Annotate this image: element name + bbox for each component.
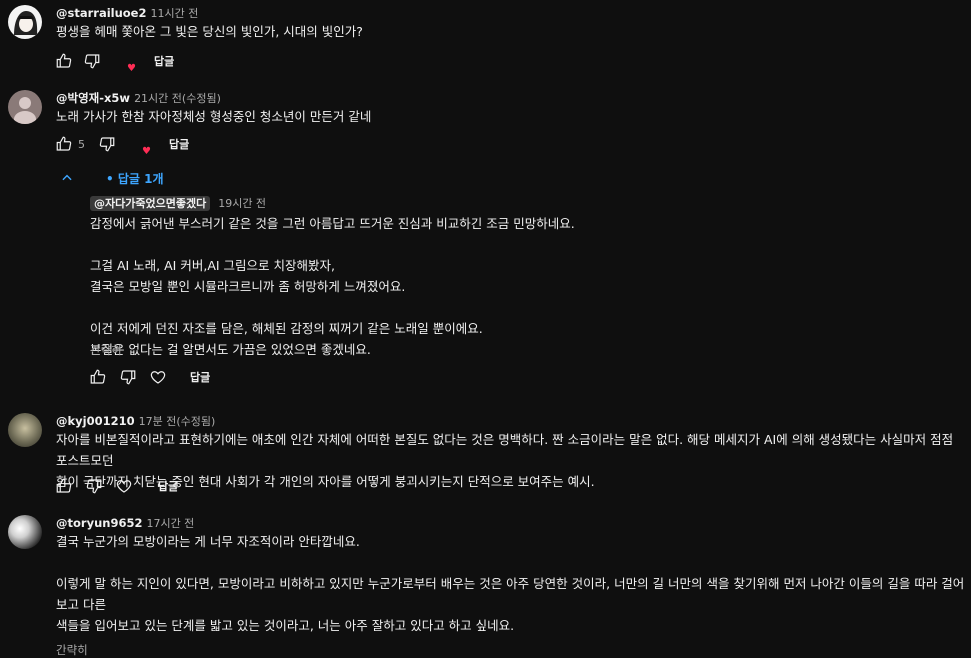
avatar[interactable] bbox=[8, 515, 42, 549]
replies-toggle[interactable]: • 답글 1개 bbox=[60, 167, 164, 189]
comment-time[interactable]: 21시간 전(수정됨) bbox=[134, 92, 221, 105]
creator-avatar-icon bbox=[80, 167, 102, 189]
comment-actions: 5 ♥ 답글 bbox=[54, 132, 189, 157]
read-less-button[interactable]: 간략히 bbox=[90, 342, 122, 358]
reply-button[interactable]: 답글 bbox=[190, 369, 210, 385]
comment-time[interactable]: 11시간 전 bbox=[150, 7, 198, 20]
reply-author-chip[interactable]: @자다가죽었으면좋겠다 bbox=[90, 196, 211, 211]
thumbs-down-icon[interactable] bbox=[97, 134, 117, 154]
reply-button[interactable]: 답글 bbox=[158, 478, 178, 494]
comment-time[interactable]: 17시간 전 bbox=[146, 517, 194, 530]
reply-time[interactable]: 19시간 전 bbox=[218, 197, 266, 210]
replies-count: • 답글 1개 bbox=[106, 171, 164, 186]
comment-header: @starrailuoe2 11시간 전 bbox=[56, 5, 198, 21]
reply-actions: 답글 bbox=[88, 366, 210, 388]
comment-author[interactable]: @kyj001210 bbox=[56, 414, 135, 428]
comment-actions: ♥ 답글 bbox=[54, 49, 174, 74]
thumbs-up-icon[interactable] bbox=[54, 134, 74, 154]
reply-button[interactable]: 답글 bbox=[154, 53, 174, 69]
creator-heart-badge: ♥ bbox=[110, 49, 136, 74]
avatar[interactable] bbox=[8, 90, 42, 124]
comment-text: 결국 누군가의 모방이라는 게 너무 자조적이라 안타깝네요. 이렇게 말 하는… bbox=[56, 534, 965, 633]
comment-header: @박영재-x5w 21시간 전(수정됨) bbox=[56, 90, 221, 106]
reply-header: @자다가죽었으면좋겠다 19시간 전 bbox=[90, 195, 266, 211]
comment-author[interactable]: @starrailuoe2 bbox=[56, 6, 146, 20]
thumbs-up-icon[interactable] bbox=[54, 476, 74, 496]
comment-time[interactable]: 17분 전(수정됨) bbox=[139, 415, 216, 428]
reply-button[interactable]: 답글 bbox=[169, 136, 189, 152]
comment-text: 노래 가사가 한참 자아정체성 형성중인 청소년이 만든거 같네 bbox=[56, 109, 372, 124]
comment-text: 자아를 비본질적이라고 표현하기에는 애초에 인간 자체에 어떠한 본질도 없다… bbox=[56, 432, 954, 489]
thumbs-up-icon[interactable] bbox=[54, 51, 74, 71]
heart-icon: ♥ bbox=[127, 63, 136, 74]
avatar[interactable] bbox=[8, 413, 42, 447]
heart-outline-icon[interactable] bbox=[114, 476, 134, 496]
reply-avatar[interactable] bbox=[56, 195, 78, 217]
comment-header: @toryun9652 17시간 전 bbox=[56, 515, 194, 531]
read-less-button[interactable]: 간략히 bbox=[56, 642, 88, 658]
comment-author[interactable]: @toryun9652 bbox=[56, 516, 142, 530]
comment-author[interactable]: @박영재-x5w bbox=[56, 91, 130, 105]
heart-outline-icon[interactable] bbox=[148, 367, 168, 387]
avatar[interactable] bbox=[8, 5, 42, 39]
chevron-up-icon bbox=[60, 171, 74, 185]
thumbs-down-icon[interactable] bbox=[118, 367, 138, 387]
reply-text: 감정에서 긁어낸 부스러기 같은 것을 그런 아름답고 뜨거운 진심과 비교하긴… bbox=[90, 216, 575, 357]
thumbs-down-icon[interactable] bbox=[84, 476, 104, 496]
comment-header: @kyj001210 17분 전(수정됨) bbox=[56, 413, 215, 429]
anime-avatar-icon bbox=[14, 11, 38, 35]
comment-actions: 답글 bbox=[54, 475, 178, 497]
thumbs-down-icon[interactable] bbox=[82, 51, 102, 71]
creator-heart-badge: ♥ bbox=[125, 132, 151, 157]
thumbs-up-icon[interactable] bbox=[88, 367, 108, 387]
comment-text: 평생을 헤매 쫓아온 그 빛은 당신의 빛인가, 시대의 빛인가? bbox=[56, 24, 363, 39]
heart-icon: ♥ bbox=[142, 146, 151, 157]
like-count: 5 bbox=[78, 137, 85, 151]
